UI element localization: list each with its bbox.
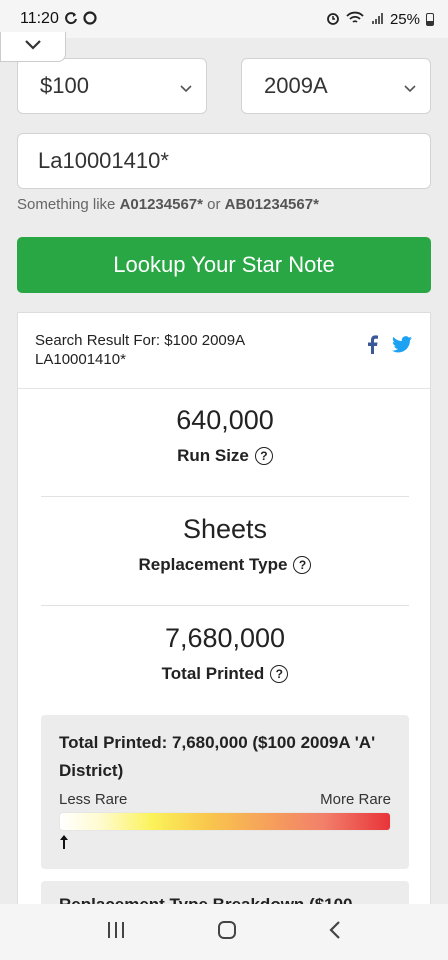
sync-icon (64, 11, 78, 27)
serial-number-value: La10001410* (38, 148, 169, 173)
divider (41, 605, 409, 606)
result-title: Search Result For: $100 2009A LA10001410… (35, 332, 245, 368)
wifi-icon (346, 11, 364, 27)
more-rare-label: More Rare (320, 791, 391, 808)
battery-icon (426, 12, 434, 26)
run-size-value: 640,000 (176, 405, 274, 435)
hint-example-1: A01234567* (119, 196, 203, 213)
denomination-select[interactable]: $100 (17, 58, 207, 114)
total-printed-stat: 7,680,000 Total Printed ? (18, 623, 430, 684)
series-value: 2009A (264, 73, 328, 98)
system-nav-bar (0, 904, 448, 960)
hint-prefix: Something like (17, 196, 116, 213)
serial-number-input[interactable]: La10001410* (17, 133, 431, 189)
divider (41, 496, 409, 497)
clock: 11:20 (20, 10, 59, 27)
share-links (367, 335, 412, 359)
rarity-scale-labels: Less Rare More Rare (59, 791, 391, 808)
signal-icon (370, 11, 384, 27)
help-icon[interactable]: ? (270, 665, 289, 683)
status-bar: 11:20 25% (0, 0, 448, 38)
total-printed-label-group: Total Printed ? (162, 664, 289, 684)
result-card: Search Result For: $100 2009A LA10001410… (17, 312, 431, 912)
result-header: Search Result For: $100 2009A LA10001410… (18, 313, 430, 389)
series-select[interactable]: 2009A (241, 58, 431, 114)
less-rare-label: Less Rare (59, 791, 128, 808)
rarity-indicator-arrow-icon (59, 833, 391, 856)
rarity-panel: Total Printed: 7,680,000 ($100 2009A 'A'… (41, 715, 409, 869)
replacement-type-stat: Sheets Replacement Type ? (18, 514, 430, 575)
hint-example-2: AB01234567* (224, 196, 319, 213)
alarm-icon (326, 11, 340, 27)
app-notification-icon (83, 11, 97, 27)
lookup-button[interactable]: Lookup Your Star Note (17, 237, 431, 293)
hint-or: or (207, 196, 221, 213)
denomination-value: $100 (40, 73, 89, 98)
replacement-type-value: Sheets (182, 514, 268, 544)
serial-hint: Something like A01234567* or AB01234567* (17, 196, 319, 213)
chevron-down-icon (404, 73, 416, 99)
total-printed-value: 7,680,000 (164, 623, 286, 653)
twitter-icon[interactable] (392, 336, 412, 358)
total-printed-label: Total Printed (161, 664, 265, 683)
run-size-stat: 640,000 Run Size ? (18, 405, 430, 466)
rarity-gradient-bar (59, 812, 391, 831)
chevron-down-icon (180, 73, 192, 99)
help-icon[interactable]: ? (293, 556, 312, 574)
help-icon[interactable]: ? (254, 447, 273, 465)
facebook-icon[interactable] (367, 335, 378, 359)
chevron-down-icon (24, 38, 42, 56)
replacement-type-label-group: Replacement Type ? (139, 555, 312, 575)
run-size-label: Run Size (177, 446, 249, 465)
rarity-title: Total Printed: 7,680,000 ($100 2009A 'A'… (59, 733, 376, 780)
recent-apps-icon[interactable] (106, 921, 126, 944)
battery-percent: 25% (389, 10, 420, 28)
back-icon[interactable] (328, 920, 342, 945)
home-icon[interactable] (217, 920, 237, 945)
collapse-toggle[interactable] (0, 32, 66, 62)
run-size-label-group: Run Size ? (177, 446, 273, 466)
replacement-type-label: Replacement Type (138, 555, 288, 574)
